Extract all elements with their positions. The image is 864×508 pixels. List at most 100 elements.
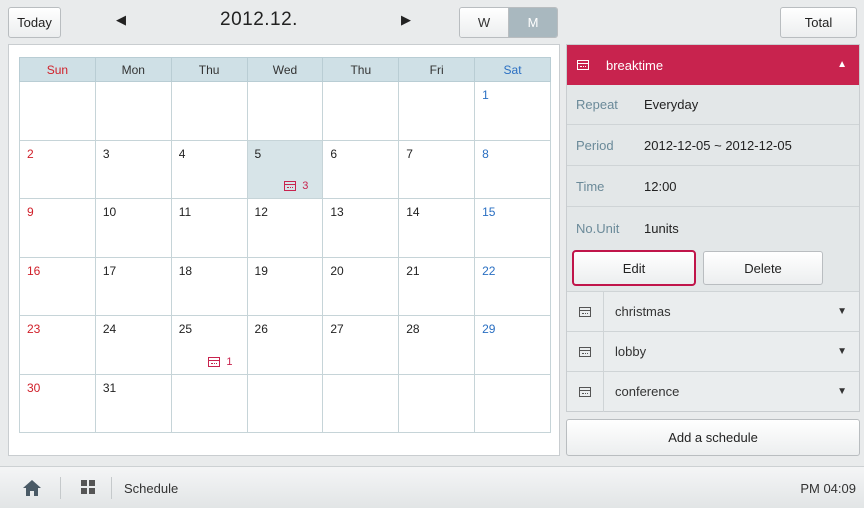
day-number: 10 [102,205,117,219]
calendar-day-cell [170,81,248,141]
calendar-day-cell [322,81,400,141]
calendar-day-cell[interactable]: 6 [322,139,400,199]
period-value: 2012-12-05 ~ 2012-12-05 [644,138,792,153]
calendar-day-cell[interactable]: 14 [398,198,476,258]
day-number: 3 [102,146,110,161]
calendar-week-row: 23 24 25 1 26 27 28 29 [19,315,551,375]
calendar-day-cell [19,81,96,141]
month-view-button[interactable]: M [509,8,557,37]
calendar-day-cell[interactable]: 4 [170,139,248,199]
day-number: 12 [254,205,268,219]
calendar-day-cell[interactable]: 7 [398,139,476,199]
calendar-day-cell[interactable]: 23 [19,315,96,375]
calendar-day-cell[interactable]: 20 [322,256,400,316]
day-number: 28 [406,322,420,336]
calendar-day-cell[interactable]: 26 [246,315,324,375]
top-toolbar: Today ◀ 2012.12. ▶ W M Total [0,0,864,44]
calendar-week-row: 1 [19,81,551,141]
calendar-day-cell[interactable]: 8 [474,139,551,199]
calendar-icon [579,386,591,397]
calendar-day-cell[interactable]: 53 [246,139,324,199]
calendar-day-cell [170,373,248,433]
repeat-row: Repeat Everyday [567,85,859,125]
time-value: 12:00 [644,179,677,194]
day-number: 21 [406,263,420,278]
day-number: 31 [102,380,117,395]
calendar-day-cell [398,373,476,433]
collapse-caret-icon[interactable]: ▲ [837,59,847,70]
schedule-list-item[interactable]: lobby ▼ [567,331,859,372]
calendar-day-cell[interactable]: 9 [19,198,96,258]
menu-grid-icon[interactable] [81,480,95,494]
schedule-count-badge: 1 [208,356,233,368]
calendar-day-cell[interactable]: 31 [94,373,172,433]
day-number: 30 [27,380,41,395]
calendar-icon [579,346,591,357]
calendar-day-cell[interactable]: 18 [170,256,248,316]
schedule-list-item[interactable]: conference ▼ [567,371,859,412]
expand-caret-icon[interactable]: ▼ [837,306,847,317]
screen-title: Schedule [124,481,179,496]
calendar-day-cell[interactable]: 25 1 [170,315,248,375]
unit-value: 1units [644,220,679,236]
unit-label: No.Unit [576,220,620,236]
day-number: 20 [330,263,344,278]
unit-row: No.Unit 1units [567,208,859,248]
calendar-day-cell[interactable]: 28 [398,315,476,375]
calendar-day-cell[interactable]: 27 [322,315,400,375]
home-icon[interactable] [23,480,41,496]
calendar-day-cell[interactable]: 29 [474,315,551,375]
day-number: 11 [178,205,192,219]
weekday-header: Sat [474,57,551,82]
day-number: 5 [254,146,262,161]
day-number: 23 [27,322,41,336]
day-number: 29 [482,322,496,336]
delete-button[interactable]: Delete [703,251,823,285]
schedule-count: 3 [302,180,309,192]
expand-caret-icon[interactable]: ▼ [837,386,847,397]
calendar-day-cell[interactable]: 11 [170,198,248,258]
calendar-day-cell [322,373,400,433]
weekday-header: Sun [19,57,96,82]
bottom-bar: Schedule PM 04:09 [0,466,864,508]
calendar-day-cell[interactable]: 13 [322,198,400,258]
schedule-name: lobby [615,344,647,359]
schedule-name: christmas [615,304,671,319]
time-row: Time 12:00 [567,167,859,207]
schedule-detail-panel: breaktime ▲ Repeat Everyday Period 2012-… [566,44,860,412]
calendar-day-cell[interactable]: 12 [246,198,324,258]
next-month-icon[interactable]: ▶ [401,12,411,28]
prev-month-icon[interactable]: ◀ [116,12,126,28]
calendar-day-cell[interactable]: 21 [398,256,476,316]
calendar-icon [208,356,221,367]
total-button[interactable]: Total [780,7,857,38]
calendar-day-cell[interactable]: 15 [474,198,551,258]
expand-caret-icon[interactable]: ▼ [837,346,847,357]
selected-schedule-header[interactable]: breaktime ▲ [567,45,859,85]
day-number: 6 [330,146,338,161]
calendar-day-cell[interactable]: 1 [474,81,551,141]
calendar-day-cell[interactable]: 19 [246,256,324,316]
calendar-icon [284,181,297,191]
day-number: 15 [482,205,496,219]
calendar-day-cell[interactable]: 2 [19,139,96,199]
calendar-day-cell[interactable]: 30 [19,373,96,433]
weekday-header: Wed [246,57,324,82]
day-number: 18 [178,263,193,278]
today-button[interactable]: Today [8,7,61,38]
calendar-day-cell[interactable]: 3 [94,139,172,199]
divider [60,477,61,499]
edit-button[interactable]: Edit [572,250,696,286]
add-schedule-button[interactable]: Add a schedule [566,419,860,456]
month-calendar: Sun Mon Thu Wed Thu Fri Sat 1 2 3 4 5 3 6 7 8 9 10… [19,57,551,433]
schedule-list-item[interactable]: christmas ▼ [567,291,859,332]
calendar-day-cell[interactable]: 17 [94,256,172,316]
week-view-button[interactable]: W [460,8,509,37]
calendar-day-cell[interactable]: 24 [94,315,172,375]
day-number: 19 [254,263,268,278]
day-number: 26 [254,322,268,336]
calendar-week-row: 23453678 [19,139,551,199]
calendar-day-cell[interactable]: 16 [19,256,96,316]
calendar-day-cell[interactable]: 22 [474,256,551,316]
calendar-day-cell[interactable]: 10 [94,198,172,258]
